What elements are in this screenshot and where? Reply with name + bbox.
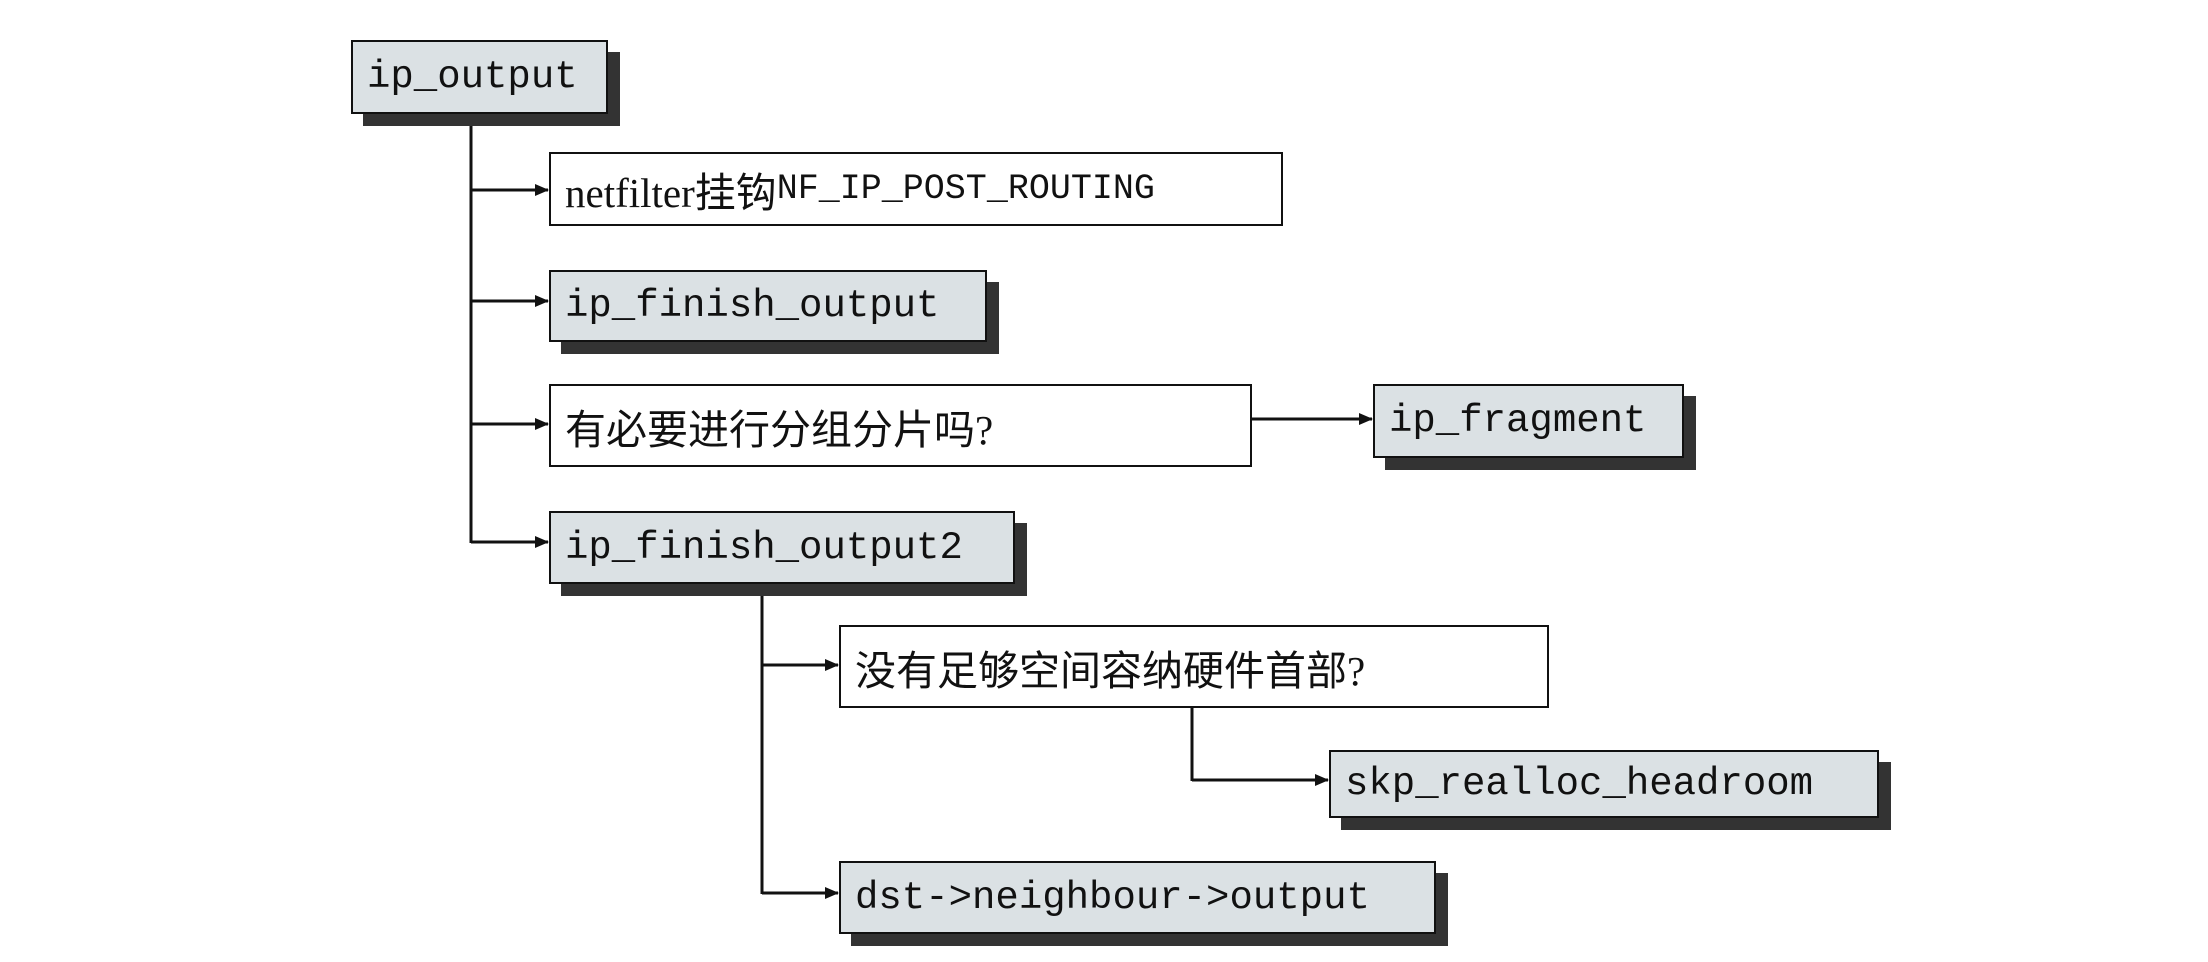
neighbour-output-label: dst->neighbour->output xyxy=(855,875,1370,920)
call-flow-diagram: ip_output netfilter挂钩 NF_IP_POST_ROUTING… xyxy=(0,0,2208,962)
netfilter-prefix-label: netfilter挂钩 xyxy=(565,170,777,216)
ip-output-node: ip_output xyxy=(351,40,608,114)
headroom-question-node: 没有足够空间容纳硬件首部? xyxy=(839,625,1549,708)
ip-fragment-node: ip_fragment xyxy=(1373,384,1684,458)
ip-finish-output2-node: ip_finish_output2 xyxy=(549,511,1015,584)
ip-finish-output2-label: ip_finish_output2 xyxy=(565,525,963,570)
ip-fragment-label: ip_fragment xyxy=(1389,399,1647,443)
ip-finish-output-node: ip_finish_output xyxy=(549,270,987,342)
neighbour-output-node: dst->neighbour->output xyxy=(839,861,1436,934)
ip-finish-output-label: ip_finish_output xyxy=(565,284,940,328)
skb-realloc-headroom-label: skp_realloc_headroom xyxy=(1345,762,1814,806)
netfilter-hook-label: NF_IP_POST_ROUTING xyxy=(776,169,1155,209)
fragment-question-node: 有必要进行分组分片吗? xyxy=(549,384,1252,467)
fragment-question-label: 有必要进行分组分片吗? xyxy=(565,406,994,453)
netfilter-hook-node: netfilter挂钩 NF_IP_POST_ROUTING xyxy=(549,152,1283,226)
ip-output-label: ip_output xyxy=(367,55,578,99)
skb-realloc-headroom-node: skp_realloc_headroom xyxy=(1329,750,1879,818)
headroom-question-label: 没有足够空间容纳硬件首部? xyxy=(855,647,1366,694)
